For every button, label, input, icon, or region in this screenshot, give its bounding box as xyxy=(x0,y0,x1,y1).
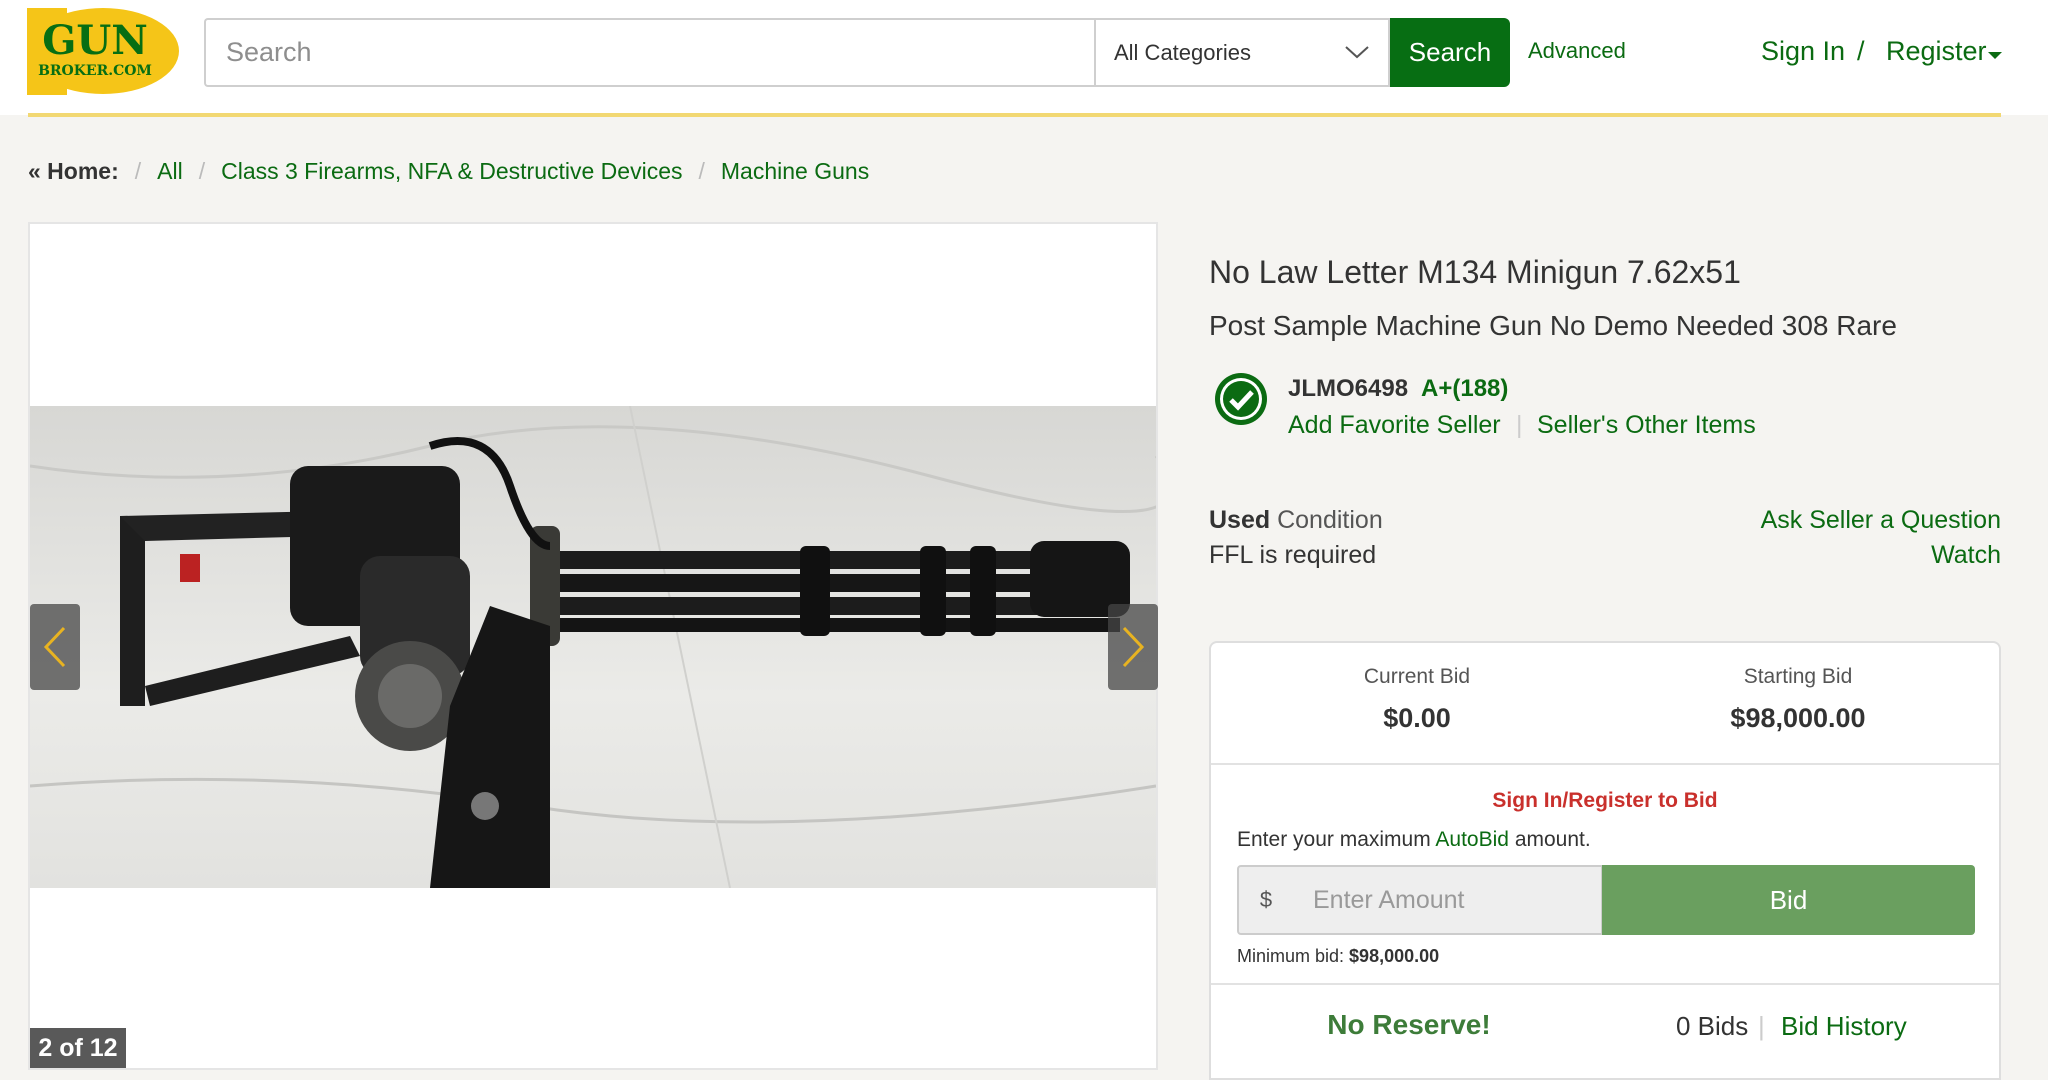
breadcrumb-all[interactable]: All xyxy=(157,158,183,185)
chevron-left-icon xyxy=(43,626,66,668)
logo-text-bottom: BROKER.COM xyxy=(38,63,152,79)
starting-bid-label: Starting Bid xyxy=(1743,665,1853,688)
breadcrumb-class3[interactable]: Class 3 Firearms, NFA & Destructive Devi… xyxy=(221,158,682,185)
sign-in-link[interactable]: Sign In xyxy=(1761,36,1845,67)
bid-panel: Current Bid $0.00 Starting Bid $98,000.0… xyxy=(1209,641,2001,1080)
bids-count: 0 Bids xyxy=(1676,1011,1749,1041)
breadcrumb-machine-guns[interactable]: Machine Guns xyxy=(721,158,869,185)
ask-seller-question-link[interactable]: Ask Seller a Question xyxy=(1761,506,2001,535)
product-photo[interactable] xyxy=(29,405,1173,889)
search-button[interactable]: Search xyxy=(1390,18,1510,87)
chevron-right-icon xyxy=(1122,626,1145,668)
condition-value: Used xyxy=(1209,506,1271,534)
minimum-bid-label: Minimum bid: xyxy=(1237,946,1345,966)
caret-down-icon[interactable] xyxy=(1988,52,2002,59)
auth-separator: / xyxy=(1857,36,1865,66)
place-bid-button[interactable]: Bid xyxy=(1602,865,1975,935)
link-divider: | xyxy=(1516,411,1523,439)
no-reserve-badge: No Reserve! xyxy=(1327,1009,1491,1040)
breadcrumb-separator: / xyxy=(198,158,206,184)
autobid-prefix: Enter your maximum xyxy=(1237,828,1431,851)
header-accent-divider xyxy=(28,113,2001,117)
listing-subtitle: Post Sample Machine Gun No Demo Needed 3… xyxy=(1209,310,1897,341)
bid-history-link[interactable]: Bid History xyxy=(1781,1011,1907,1042)
site-header: GUN BROKER.COM All Categories Search Adv… xyxy=(0,0,2048,115)
listing-title: No Law Letter M134 Minigun 7.62x51 xyxy=(1209,254,1741,290)
signin-to-bid-link[interactable]: Sign In/Register to Bid xyxy=(1211,789,1999,813)
add-favorite-seller-link[interactable]: Add Favorite Seller xyxy=(1288,411,1501,440)
logo-text-top: GUN xyxy=(42,17,148,64)
ffl-requirement: FFL is required xyxy=(1209,541,1377,569)
seller-name[interactable]: JLMO6498 xyxy=(1288,375,1408,403)
condition-label: Condition xyxy=(1277,506,1383,534)
breadcrumb-separator: / xyxy=(698,158,705,184)
breadcrumb-home[interactable]: « Home: xyxy=(28,158,119,185)
breadcrumb: « Home: / All / Class 3 Firearms, NFA & … xyxy=(28,158,869,185)
bid-amount-input[interactable] xyxy=(1293,865,1603,935)
category-select[interactable]: All Categories xyxy=(1094,18,1390,87)
image-gallery: 2 of 12 xyxy=(28,222,1173,1070)
bid-divider xyxy=(1211,763,1999,765)
prev-image-button[interactable] xyxy=(30,604,80,690)
gunbroker-logo[interactable]: GUN BROKER.COM xyxy=(27,8,179,95)
verified-check-icon xyxy=(1215,373,1267,425)
chevron-down-icon xyxy=(1345,46,1369,59)
bid-divider xyxy=(1211,983,1999,985)
register-link[interactable]: Register xyxy=(1886,36,1987,67)
next-image-button[interactable] xyxy=(1108,604,1158,690)
watch-link[interactable]: Watch xyxy=(1931,541,2001,570)
autobid-link[interactable]: AutoBid xyxy=(1435,828,1509,851)
autobid-instructions: Enter your maximum AutoBid amount. xyxy=(1237,828,1591,852)
search-input[interactable] xyxy=(206,20,1095,85)
starting-bid-value: $98,000.00 xyxy=(1730,703,1866,733)
minimum-bid: Minimum bid: $98,000.00 xyxy=(1237,946,1439,967)
seller-rating[interactable]: A+(188) xyxy=(1421,375,1508,403)
advanced-search-link[interactable]: Advanced xyxy=(1528,38,1626,64)
search-field[interactable] xyxy=(204,18,1095,87)
category-select-label: All Categories xyxy=(1114,40,1251,65)
current-bid-value: $0.00 xyxy=(1383,703,1451,733)
item-condition: Used Condition xyxy=(1209,506,1383,535)
minimum-bid-value: $98,000.00 xyxy=(1349,946,1440,966)
breadcrumb-separator: / xyxy=(134,158,142,184)
image-counter: 2 of 12 xyxy=(30,1028,126,1068)
current-bid-label: Current Bid xyxy=(1363,665,1471,688)
bid-amount-group: $ Bid xyxy=(1237,865,1975,935)
seller-other-items-link[interactable]: Seller's Other Items xyxy=(1537,411,1756,440)
autobid-suffix: amount. xyxy=(1514,828,1591,851)
link-divider: | xyxy=(1758,1011,1765,1041)
currency-addon: $ xyxy=(1237,865,1295,935)
